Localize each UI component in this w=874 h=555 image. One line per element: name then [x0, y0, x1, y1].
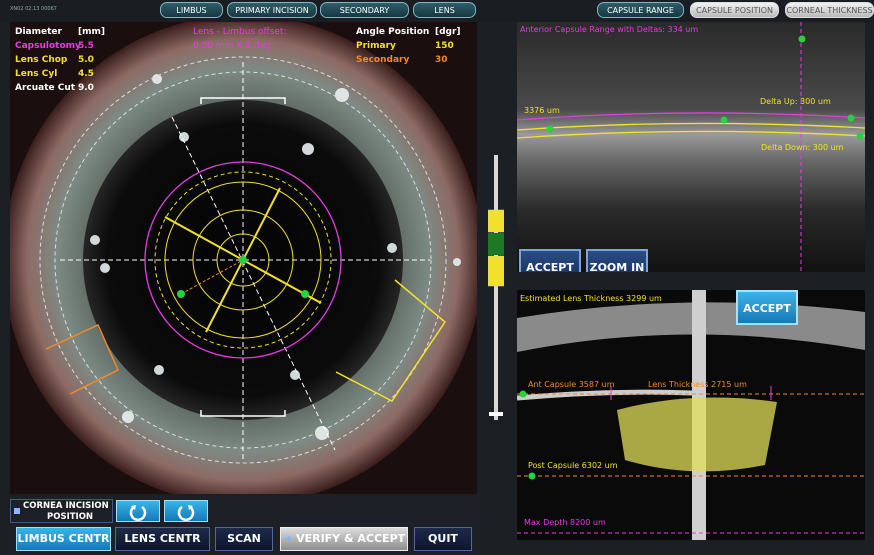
post-capsule-label: Post Capsule 6302 um [528, 461, 618, 470]
cornea-incision-label-line2: POSITION [47, 512, 94, 522]
bottom-controls: CORNEA INCISION POSITION LIMBUS CENTR LE… [10, 497, 477, 555]
tab-limbus[interactable]: LIMBUS [160, 2, 223, 18]
depth-slider-track [487, 155, 505, 420]
lens-cyl-value: 4.5 [78, 69, 94, 79]
delta-up-label: Delta Up: 300 um [760, 97, 831, 106]
verify-accept-label: VERIFY & ACCEPT [296, 532, 406, 545]
rotate-cw-button[interactable] [164, 500, 208, 522]
primary-angle-label: Primary [356, 41, 396, 51]
tab-primary-incision[interactable]: PRIMARY INCISION [227, 2, 317, 18]
cornea-incision-label-line1: CORNEA INCISION [23, 501, 109, 511]
lens-chop-value: 5.0 [78, 55, 94, 65]
angle-unit: [dgr] [435, 27, 461, 37]
capsule-range-title: Anterior Capsule Range with Deltas: 334 … [520, 25, 699, 34]
quit-button[interactable]: QUIT [414, 527, 472, 551]
oct-lens-scan [517, 290, 865, 540]
max-depth-label: Max Depth 8200 um [524, 518, 606, 527]
lens-chop-label: Lens Chop [15, 55, 68, 65]
capsulotomy-value: 5.5 [78, 41, 94, 51]
arcuate-cut-value: 9.0 [78, 83, 94, 93]
secondary-angle-label: Secondary [356, 55, 410, 65]
offset-title: Lens - Limbus offset: [193, 27, 287, 37]
tab-secondary-incision[interactable]: SECONDARY INCISION [320, 2, 409, 31]
accept-lens-button[interactable]: ACCEPT [736, 290, 798, 325]
diameter-unit: [mm] [78, 27, 105, 37]
primary-angle-value: 150 [435, 41, 454, 51]
capsule-depth-label: 3376 um [524, 106, 560, 115]
arcuate-cut-label: Arcuate Cut [15, 83, 76, 93]
depth-slider[interactable] [487, 155, 505, 420]
secondary-angle-value: 30 [435, 55, 448, 65]
delta-down-label: Delta Down: 300 um [761, 143, 844, 152]
top-toolbar: XN02 02.13 00067 LIMBUS PRIMARY INCISION… [0, 0, 874, 31]
offset-value: 0.00 mm X 0 deg [193, 41, 271, 51]
angle-header: Angle Position [356, 27, 430, 37]
scan-button[interactable]: SCAN [215, 527, 273, 551]
verify-accept-button[interactable]: ➔ VERIFY & ACCEPT [280, 527, 408, 551]
checkbox-icon [14, 508, 20, 514]
tab-lens[interactable]: LENS [413, 2, 476, 18]
oct-anterior-capsule-panel: Anterior Capsule Range with Deltas: 334 … [517, 22, 865, 272]
tab-capsule-position[interactable]: CAPSULE POSITION [690, 2, 779, 18]
arrow-right-icon: ➔ [282, 532, 293, 545]
lens-cyl-label: Lens Cyl [15, 69, 58, 79]
diameter-header: Diameter [15, 27, 62, 37]
zoom-in-button[interactable]: ZOOM IN [586, 249, 648, 272]
tab-capsule-range[interactable]: CAPSULE RANGE [597, 2, 684, 18]
accept-capsule-range-button[interactable]: ACCEPT [519, 249, 581, 272]
limbus-centr-button[interactable]: LIMBUS CENTR [16, 527, 111, 551]
cornea-incision-position-toggle[interactable]: CORNEA INCISION POSITION [10, 499, 113, 523]
tab-corneal-thickness[interactable]: CORNEAL THICKNESS [785, 2, 874, 18]
ant-capsule-label: Ant Capsule 3587 um [528, 380, 615, 389]
version-text: XN02 02.13 00067 [10, 6, 57, 12]
lens-thickness-label: Lens Thickness 2715 um [648, 380, 747, 389]
rotate-ccw-icon [129, 505, 147, 521]
rotate-cw-icon [177, 505, 195, 521]
capsulotomy-label: Capsulotomy [15, 41, 81, 51]
lens-thickness-estimate: Estimated Lens Thickness 3299 um [520, 294, 662, 303]
lens-centr-button[interactable]: LENS CENTR [115, 527, 210, 551]
oct-lens-panel: Estimated Lens Thickness 3299 um ACCEPT … [517, 290, 865, 540]
rotate-ccw-button[interactable] [116, 500, 160, 522]
eye-camera-view[interactable]: Diameter [mm] Capsulotomy 5.5 Lens Chop … [10, 22, 477, 494]
